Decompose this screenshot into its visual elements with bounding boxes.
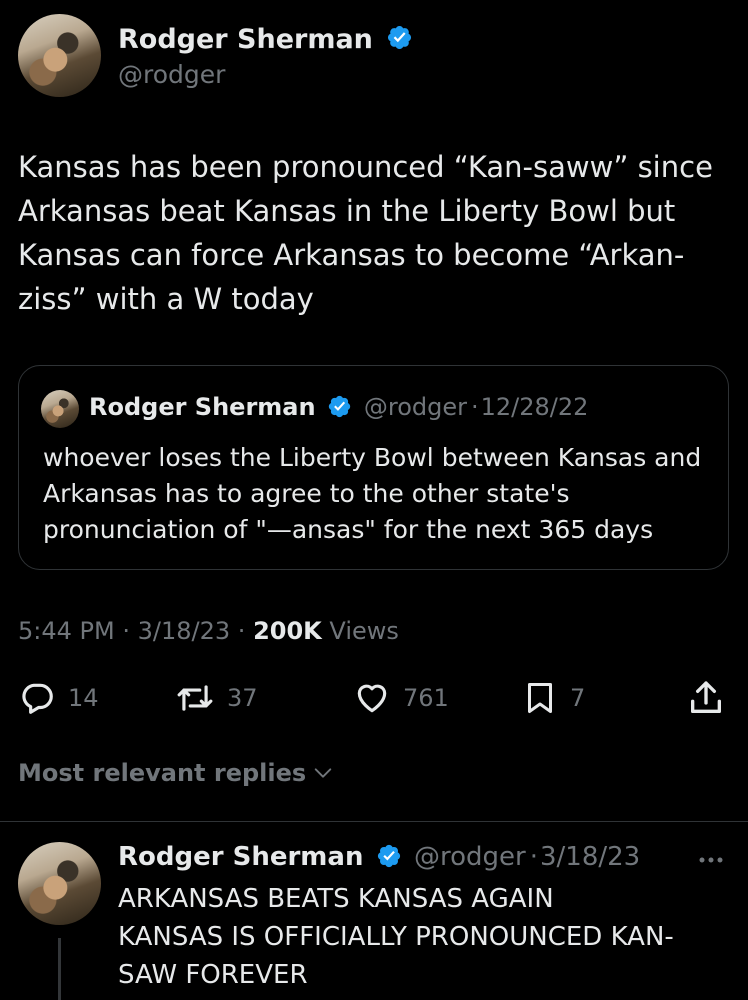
tweet-date[interactable]: 3/18/23 [138,617,231,645]
verified-badge-icon [377,844,400,867]
quote-header: Rodger Sherman @rodger ·12/28/22 [89,393,588,421]
quoted-tweet-card[interactable]: Rodger Sherman @rodger ·12/28/22 whoever … [18,365,729,570]
more-icon[interactable] [696,850,726,870]
quote-date: 12/28/22 [480,393,589,421]
tweet-detail-page: Rodger Sherman @rodger Kansas has been p… [0,0,748,1000]
author-name-row[interactable]: Rodger Sherman [118,24,413,55]
reply-icon [22,683,53,714]
retweet-button[interactable]: 37 [175,676,258,720]
tweet-meta: 5:44 PM · 3/18/23 · 200K Views [18,617,399,645]
like-button[interactable]: 761 [353,676,449,720]
separator-dot: · [470,393,479,421]
chevron-down-icon [314,768,332,778]
author-handle[interactable]: @rodger [118,60,225,89]
tweet-text: Kansas has been pronounced “Kan-saww” si… [18,150,723,316]
quote-text: whoever loses the Liberty Bowl between K… [43,443,710,544]
tweet-time[interactable]: 5:44 PM [18,617,115,645]
share-icon [691,681,721,713]
thread-line [58,938,61,1000]
separator-dot: · [122,617,130,645]
retweet-icon [177,685,213,711]
like-count: 761 [403,684,449,712]
replies-sort-label: Most relevant replies [18,759,307,787]
bookmark-icon [528,683,552,713]
share-button[interactable] [686,676,726,720]
retweet-count: 37 [227,684,258,712]
quote-handle: @rodger [363,393,467,421]
bookmark-count: 7 [570,684,586,712]
author-avatar[interactable] [18,14,101,97]
reply-header: Rodger Sherman @rodger ·3/18/23 [118,842,640,872]
quote-author-avatar [41,390,79,428]
separator-dot: · [529,842,538,872]
separator-dot: · [237,617,246,645]
section-divider [0,821,748,822]
bookmark-button[interactable]: 7 [522,676,585,720]
reply-count: 14 [68,684,99,712]
views-count[interactable]: 200K [253,617,322,645]
verified-badge-icon [388,25,412,50]
views-label[interactable]: Views [329,617,398,645]
reply-button[interactable]: 14 [18,676,99,720]
reply-date[interactable]: 3/18/23 [540,842,640,872]
reply-author-name[interactable]: Rodger Sherman [118,842,363,872]
reply-author-avatar[interactable] [18,842,101,925]
author-name[interactable]: Rodger Sherman [118,24,373,55]
verified-badge-icon [329,395,351,417]
reply-text: ARKANSAS BEATS KANSAS AGAIN KANSAS IS OF… [118,884,674,990]
quote-author-name: Rodger Sherman [89,393,316,421]
like-icon [357,684,387,713]
reply-handle[interactable]: @rodger [414,842,526,872]
replies-sort-dropdown[interactable]: Most relevant replies [18,759,334,787]
